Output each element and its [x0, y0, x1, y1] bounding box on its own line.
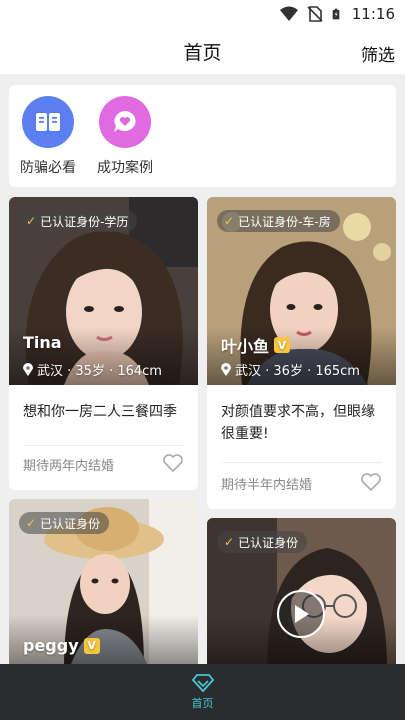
divider — [221, 462, 382, 463]
marriage-expectation: 期待半年内结婚 — [221, 478, 313, 493]
vip-icon: V — [274, 337, 291, 353]
profile-card[interactable]: ✓ 已认证身份-车-房 叶小鱼 V 武汉 · 36岁 · 165cm 对颜值要求不高… — [207, 197, 396, 509]
diamond-icon — [191, 674, 214, 693]
book-icon — [22, 96, 74, 148]
location-icon — [221, 363, 231, 376]
quick-links-panel: 防骗必看 成功案例 — [9, 85, 396, 187]
profile-card[interactable]: ✓ 已认证身份-学历 Tina 武汉 · 35岁 · 164cm 想和你一房二人三… — [9, 197, 198, 490]
tab-home[interactable]: 首页 — [191, 673, 214, 711]
verified-badge: ✓ 已认证身份-车-房 — [217, 210, 340, 232]
verified-badge: ✓ 已认证身份 — [217, 531, 308, 553]
profile-name: Tina — [23, 333, 62, 352]
profile-motto: 想和你一房二人三餐四季 — [23, 404, 177, 420]
clock: 11:16 — [351, 5, 395, 23]
filter-button[interactable]: 筛选 — [361, 41, 395, 66]
check-icon: ✓ — [224, 214, 235, 228]
profile-info: 武汉 · 36岁 · 165cm — [221, 360, 360, 379]
check-icon: ✓ — [224, 535, 235, 549]
success-cases-label: 成功案例 — [97, 160, 153, 176]
profile-card[interactable]: ✓ 已认证身份 peggy V — [9, 499, 198, 669]
location-icon — [23, 363, 33, 376]
profile-info: 武汉 · 35岁 · 164cm — [23, 360, 162, 379]
heart-chat-icon — [99, 96, 151, 148]
status-bar: 11:16 — [0, 0, 405, 28]
page-title: 首页 — [183, 41, 222, 64]
tab-home-label: 首页 — [191, 697, 214, 710]
success-cases-link[interactable]: 成功案例 — [90, 96, 160, 177]
wifi-icon — [279, 6, 298, 21]
verified-badge: ✓ 已认证身份 — [19, 512, 110, 534]
verified-badge: ✓ 已认证身份-学历 — [19, 210, 138, 232]
profile-name: 叶小鱼 V — [221, 333, 291, 357]
anti-fraud-label: 防骗必看 — [20, 160, 76, 176]
profile-motto: 对颜值要求不高，但眼缘很重要! — [221, 404, 375, 442]
play-video-button[interactable] — [277, 590, 325, 638]
marriage-expectation: 期待两年内结婚 — [23, 459, 115, 474]
profile-card[interactable]: ✓ 已认证身份 — [207, 518, 396, 669]
heart-icon[interactable] — [360, 472, 382, 492]
divider — [23, 445, 184, 446]
heart-icon[interactable] — [162, 453, 184, 473]
header: 首页 筛选 — [0, 28, 405, 74]
check-icon: ✓ — [26, 516, 37, 530]
no-sim-icon — [307, 6, 323, 22]
play-icon — [295, 605, 309, 623]
check-icon: ✓ — [26, 214, 37, 228]
bottom-tab-bar: 首页 — [0, 664, 405, 720]
vip-icon: V — [83, 637, 100, 654]
profile-name: peggy V — [23, 636, 100, 655]
battery-icon — [332, 8, 340, 20]
anti-fraud-link[interactable]: 防骗必看 — [13, 96, 83, 177]
